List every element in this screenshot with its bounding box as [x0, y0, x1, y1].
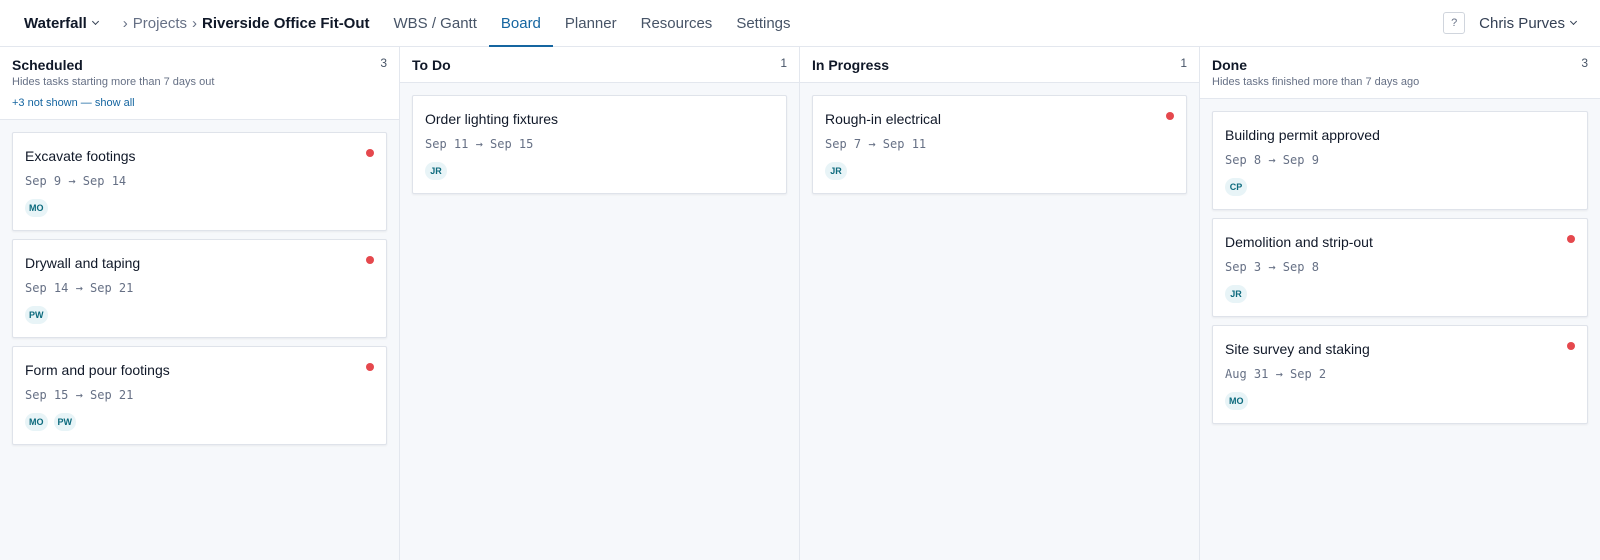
assignee-list: CP	[1225, 178, 1575, 196]
task-card[interactable]: Drywall and taping Sep 14 → Sep 21 PW	[12, 239, 387, 338]
kanban-board: Scheduled 3 Hides tasks starting more th…	[0, 47, 1600, 560]
column-filter-note: Hides tasks starting more than 7 days ou…	[12, 76, 215, 88]
assignee-avatar[interactable]: CP	[1225, 178, 1247, 196]
task-dates: Sep 14 → Sep 21	[25, 281, 134, 295]
column-title: Scheduled	[12, 57, 83, 73]
task-card[interactable]: Form and pour footings Sep 15 → Sep 21 M…	[12, 346, 387, 445]
task-card[interactable]: Rough-in electrical Sep 7 → Sep 11 JR	[812, 95, 1187, 194]
column-header: To Do 1	[400, 47, 799, 83]
assignee-list: MO	[1225, 392, 1575, 410]
overdue-flag-icon	[366, 149, 374, 157]
task-card[interactable]: Order lighting fixtures Sep 11 → Sep 15 …	[412, 95, 787, 194]
column-header: In Progress 1	[800, 47, 1199, 83]
column-cards: Building permit approved Sep 8 → Sep 9 C…	[1200, 99, 1600, 444]
assignee-list: MO	[25, 199, 374, 217]
column-to-do: To Do 1 Order lighting fixtures Sep 11 →…	[400, 47, 800, 560]
column-scheduled: Scheduled 3 Hides tasks starting more th…	[0, 47, 400, 560]
breadcrumb: › Projects › Riverside Office Fit-Out	[118, 0, 370, 46]
assignee-avatar[interactable]: JR	[1225, 285, 1247, 303]
breadcrumb-separator: ›	[122, 14, 128, 32]
assignee-list: JR	[425, 162, 774, 180]
column-cards: Rough-in electrical Sep 7 → Sep 11 JR	[800, 83, 1199, 214]
task-dates: Sep 8 → Sep 9	[1225, 153, 1319, 167]
breadcrumb-separator: ›	[191, 14, 197, 32]
tab-wbs-gantt[interactable]: WBS / Gantt	[382, 0, 489, 46]
task-dates: Sep 7 → Sep 11	[825, 137, 927, 151]
task-title: Site survey and staking	[1225, 341, 1370, 357]
project-tabs: WBS / Gantt Board Planner Resources Sett…	[382, 0, 803, 47]
column-title: In Progress	[812, 57, 890, 73]
assignee-list: MO PW	[25, 413, 374, 431]
task-card[interactable]: Excavate footings Sep 9 → Sep 14 MO	[12, 132, 387, 231]
task-title: Rough-in electrical	[825, 111, 941, 127]
chevron-down-icon	[1569, 17, 1578, 26]
column-count: 1	[1180, 56, 1187, 70]
assignee-list: PW	[25, 306, 374, 324]
column-count: 3	[380, 56, 387, 70]
breadcrumb-current-project: Riverside Office Fit-Out	[201, 14, 370, 32]
column-header: Scheduled 3 Hides tasks starting more th…	[0, 47, 399, 120]
task-dates: Sep 11 → Sep 15	[425, 137, 534, 151]
overdue-flag-icon	[1166, 112, 1174, 120]
column-cards: Order lighting fixtures Sep 11 → Sep 15 …	[400, 83, 799, 214]
column-count: 3	[1581, 56, 1588, 70]
column-in-progress: In Progress 1 Rough-in electrical Sep 7 …	[800, 47, 1200, 560]
top-navigation-bar: Waterfall › Projects › Riverside Office …	[0, 0, 1600, 47]
task-dates: Aug 31 → Sep 2	[1225, 367, 1327, 381]
tab-settings[interactable]: Settings	[724, 0, 802, 46]
column-count: 1	[780, 56, 787, 70]
task-dates: Sep 15 → Sep 21	[25, 388, 134, 402]
overdue-flag-icon	[366, 363, 374, 371]
help-button[interactable]: ?	[1443, 12, 1466, 34]
task-card[interactable]: Building permit approved Sep 8 → Sep 9 C…	[1212, 111, 1588, 210]
tab-board[interactable]: Board	[488, 0, 553, 47]
user-menu[interactable]: Chris Purves	[1479, 14, 1578, 32]
assignee-avatar[interactable]: MO	[25, 413, 48, 431]
assignee-avatar[interactable]: JR	[425, 162, 447, 180]
task-card[interactable]: Demolition and strip-out Sep 3 → Sep 8 J…	[1212, 218, 1588, 317]
assignee-avatar[interactable]: MO	[1225, 392, 1248, 410]
task-dates: Sep 3 → Sep 8	[1225, 260, 1319, 274]
task-dates: Sep 9 → Sep 14	[25, 174, 127, 188]
tab-resources[interactable]: Resources	[629, 0, 725, 46]
chevron-down-icon	[91, 17, 99, 26]
column-title: To Do	[412, 57, 451, 73]
overdue-flag-icon	[1567, 235, 1575, 243]
assignee-avatar[interactable]: PW	[53, 413, 76, 431]
column-cards: Excavate footings Sep 9 → Sep 14 MO Dryw…	[0, 120, 399, 465]
assignee-avatar[interactable]: JR	[825, 162, 847, 180]
overdue-flag-icon	[1567, 342, 1575, 350]
column-header: Done 3 Hides tasks finished more than 7 …	[1200, 47, 1600, 99]
task-title: Drywall and taping	[25, 255, 141, 271]
breadcrumb-projects-link[interactable]: Projects	[133, 15, 187, 32]
workspace-name: Waterfall	[24, 14, 87, 32]
task-card[interactable]: Site survey and staking Aug 31 → Sep 2 M…	[1212, 325, 1588, 424]
assignee-avatar[interactable]: MO	[25, 199, 48, 217]
user-name: Chris Purves	[1479, 14, 1565, 32]
column-done: Done 3 Hides tasks finished more than 7 …	[1200, 47, 1600, 560]
assignee-avatar[interactable]: PW	[25, 306, 48, 324]
task-title: Excavate footings	[25, 148, 136, 164]
tab-planner[interactable]: Planner	[553, 0, 629, 46]
column-title: Done	[1212, 57, 1247, 73]
assignee-list: JR	[1225, 285, 1575, 303]
column-filter-note: Hides tasks finished more than 7 days ag…	[1212, 76, 1420, 88]
task-title: Building permit approved	[1225, 127, 1380, 143]
show-all-link[interactable]: +3 not shown — show all	[12, 96, 387, 110]
task-title: Demolition and strip-out	[1225, 234, 1373, 250]
task-title: Form and pour footings	[25, 362, 170, 378]
workspace-switcher[interactable]: Waterfall	[0, 0, 99, 46]
overdue-flag-icon	[366, 256, 374, 264]
topbar-right: ? Chris Purves	[1443, 0, 1600, 46]
assignee-list: JR	[825, 162, 1174, 180]
task-title: Order lighting fixtures	[425, 111, 559, 127]
